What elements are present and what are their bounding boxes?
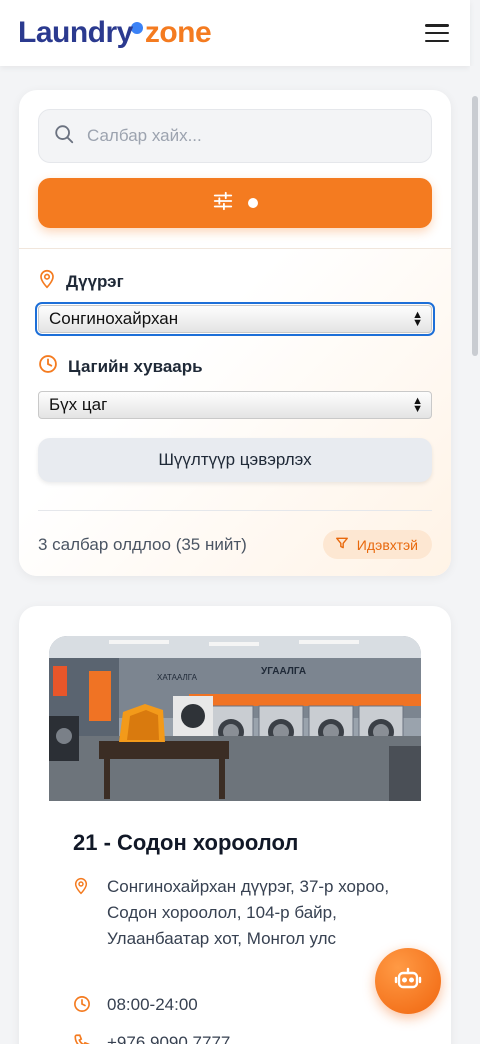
select-arrows-icon: ▲ ▼ bbox=[412, 309, 423, 329]
robot-icon bbox=[394, 966, 422, 997]
sliders-icon bbox=[212, 190, 234, 217]
schedule-select[interactable]: Бүх цаг ▲ ▼ bbox=[38, 391, 432, 419]
branch-hours-row: 08:00-24:00 bbox=[73, 992, 397, 1021]
select-arrows-icon: ▲ ▼ bbox=[412, 395, 423, 415]
clear-filters-button[interactable]: Шүүлтүүр цэвэрлэх bbox=[38, 438, 432, 482]
district-select[interactable]: Сонгинохайрхан ▲ ▼ bbox=[35, 302, 435, 336]
branch-hours: 08:00-24:00 bbox=[107, 995, 198, 1014]
divider bbox=[38, 510, 432, 511]
search-input[interactable] bbox=[87, 126, 407, 146]
active-filter-badge[interactable]: Идэвхтэй bbox=[322, 530, 432, 559]
branch-phone-row[interactable]: +976 9090 7777 bbox=[73, 1030, 397, 1044]
logo-text-zone: zone bbox=[144, 16, 212, 49]
search-icon bbox=[53, 123, 75, 150]
filter-card: Дүүрэг Сонгинохайрхан ▲▼ Цагийн хуваарь … bbox=[19, 90, 451, 576]
result-count: 3 салбар олдлоо (35 нийт) bbox=[38, 535, 247, 554]
logo-text-dry: dry bbox=[87, 16, 134, 49]
branch-address: Сонгинохайрхан дүүрэг, 37-р хороо, Содон… bbox=[107, 877, 390, 948]
logo-text-laun: Laun bbox=[18, 16, 88, 49]
phone-icon bbox=[73, 1030, 93, 1044]
funnel-icon bbox=[335, 536, 349, 553]
branch-phone[interactable]: +976 9090 7777 bbox=[107, 1030, 397, 1044]
app-header: Laun dry zone bbox=[0, 0, 470, 66]
branch-address-row: Сонгинохайрхан дүүрэг, 37-р хороо, Содон… bbox=[73, 874, 397, 952]
schedule-label: Цагийн хуваарь bbox=[38, 354, 203, 379]
branch-title[interactable]: 21 - Содон хороолол bbox=[73, 830, 298, 856]
branch-photo: ХАТААЛГА УГААЛГА bbox=[49, 636, 421, 801]
photo-sign-dry: ХАТААЛГА bbox=[157, 673, 198, 682]
map-pin-icon bbox=[73, 874, 93, 952]
filter-active-indicator bbox=[248, 198, 258, 208]
search-box[interactable] bbox=[38, 109, 432, 163]
filter-toggle-button[interactable] bbox=[38, 178, 432, 228]
filter-panel: Дүүрэг Сонгинохайрхан ▲ ▼ Цагийн хуваарь … bbox=[19, 248, 451, 576]
map-pin-icon bbox=[38, 269, 56, 294]
photo-sign-wash: УГААЛГА bbox=[261, 666, 306, 677]
clock-icon bbox=[38, 354, 58, 379]
page-scrollbar[interactable] bbox=[470, 66, 480, 1044]
hamburger-menu-icon[interactable] bbox=[422, 21, 452, 45]
district-label: Дүүрэг bbox=[38, 269, 124, 294]
clock-icon bbox=[73, 992, 93, 1021]
laundryzone-logo[interactable]: Laun dry zone bbox=[18, 16, 212, 49]
chatbot-button[interactable] bbox=[375, 948, 441, 1014]
